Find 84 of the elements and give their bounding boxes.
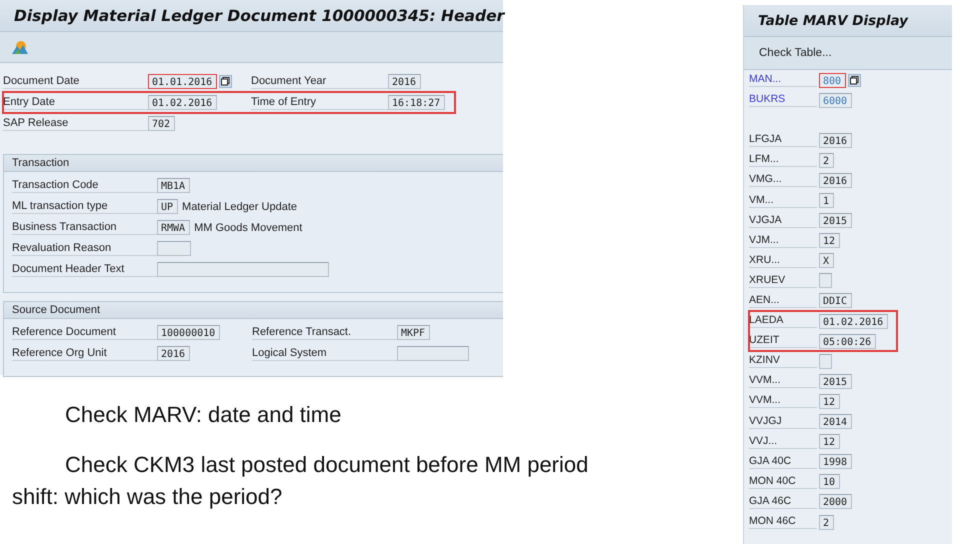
field-label: MON 46C <box>749 515 817 530</box>
window-title: Display Material Ledger Document 1000000345: Header <box>14 6 504 24</box>
field-label: AEN... <box>749 294 817 308</box>
field-description: MM Goods Movement <box>194 222 302 234</box>
input-field[interactable]: 2015 <box>819 374 852 389</box>
field-label: GJA 46C <box>749 494 817 509</box>
field-label: VVM... <box>749 394 817 408</box>
input-field[interactable] <box>819 273 832 288</box>
input-field[interactable]: 05:00:26 <box>819 334 876 349</box>
field-label: Document Date <box>3 74 148 88</box>
group-title: Source Document <box>4 302 503 319</box>
input-field[interactable]: X <box>819 253 834 268</box>
field-label: LAEDA <box>749 314 817 328</box>
field-label: Reference Transact. <box>252 326 397 340</box>
input-field[interactable]: 100000010 <box>157 325 220 340</box>
input-field[interactable]: 702 <box>148 116 176 131</box>
field-label: Reference Org Unit <box>12 346 157 360</box>
input-field[interactable]: 16:18:27 <box>388 95 446 110</box>
note-text: Check MARV: date and time <box>64 401 342 429</box>
field-label: SAP Release <box>3 116 148 130</box>
input-field[interactable] <box>157 241 191 256</box>
field-label: Time of Entry <box>251 96 388 110</box>
field-label: Transaction Code <box>12 178 157 192</box>
input-field[interactable] <box>157 262 329 277</box>
input-field[interactable]: 12 <box>819 434 840 450</box>
field-label: MON 40C <box>749 474 817 489</box>
input-field[interactable]: MKPF <box>397 325 430 340</box>
field-label: Revaluation Reason <box>12 242 157 256</box>
input-field[interactable]: UP <box>157 199 178 214</box>
field-label: GJA 40C <box>749 454 817 469</box>
field-label: MAN... <box>749 73 817 88</box>
field-label: Document Header Text <box>12 262 157 276</box>
input-field[interactable]: 2015 <box>819 213 852 228</box>
input-field[interactable]: 01.02.2016 <box>819 314 888 329</box>
field-label: VJGJA <box>749 214 817 228</box>
field-label: Logical System <box>252 346 397 360</box>
input-field[interactable]: MB1A <box>157 178 190 193</box>
field-label: ML transaction type <box>12 200 157 214</box>
field-label: UZEIT <box>749 334 817 348</box>
field-label: Entry Date <box>3 96 148 110</box>
input-field[interactable]: 2016 <box>819 132 852 148</box>
window-title: Table MARV Display <box>758 12 908 28</box>
input-field[interactable]: 10 <box>819 474 840 490</box>
field-label: LFM... <box>749 153 817 168</box>
input-field[interactable]: DDIC <box>819 293 852 308</box>
copy-icon[interactable] <box>219 75 232 88</box>
input-field[interactable]: 2 <box>819 514 834 530</box>
field-description: Material Ledger Update <box>182 200 297 212</box>
input-field[interactable] <box>819 354 832 369</box>
input-field[interactable] <box>397 346 469 361</box>
input-field[interactable]: RMWA <box>157 220 190 235</box>
copy-icon[interactable] <box>848 74 862 87</box>
input-field[interactable]: 2 <box>819 152 834 168</box>
check-table-button[interactable]: Check Table... <box>756 45 835 61</box>
field-label: XRUEV <box>749 274 817 288</box>
input-field[interactable]: 2014 <box>819 414 852 430</box>
field-label: LFGJA <box>749 133 817 148</box>
input-field[interactable]: 1 <box>819 193 834 208</box>
input-field[interactable]: 6000 <box>819 92 852 108</box>
note-text: Check CKM3 last posted document before MM period shift: which was the period? <box>12 450 590 511</box>
input-field[interactable]: 800 <box>819 72 846 88</box>
field-label: Business Transaction <box>12 220 157 234</box>
input-field[interactable]: 1998 <box>819 454 852 470</box>
input-field[interactable]: 2016 <box>819 172 852 188</box>
field-label: VVJ... <box>749 434 817 449</box>
field-label: VJM... <box>749 234 817 248</box>
field-label: Document Year <box>251 74 388 88</box>
input-field[interactable]: 2016 <box>157 346 190 361</box>
field-label: Reference Document <box>12 326 157 340</box>
field-label: VM... <box>749 194 817 208</box>
input-field[interactable]: 2000 <box>819 494 852 510</box>
input-field[interactable]: 2016 <box>388 74 422 89</box>
mountain-sun-icon[interactable] <box>12 40 28 54</box>
field-label: XRU... <box>749 254 817 268</box>
field-label: VMG... <box>749 173 817 188</box>
field-label: VVM... <box>749 374 817 388</box>
field-label: BUKRS <box>749 93 817 108</box>
group-title: Transaction <box>4 155 503 172</box>
input-field[interactable]: 01.02.2016 <box>148 95 218 110</box>
field-label: VVJGJ <box>749 414 817 429</box>
input-field[interactable]: 12 <box>819 394 840 409</box>
field-label: KZINV <box>749 354 817 368</box>
input-field[interactable]: 12 <box>819 233 840 248</box>
input-field[interactable]: 01.01.2016 <box>148 74 218 89</box>
